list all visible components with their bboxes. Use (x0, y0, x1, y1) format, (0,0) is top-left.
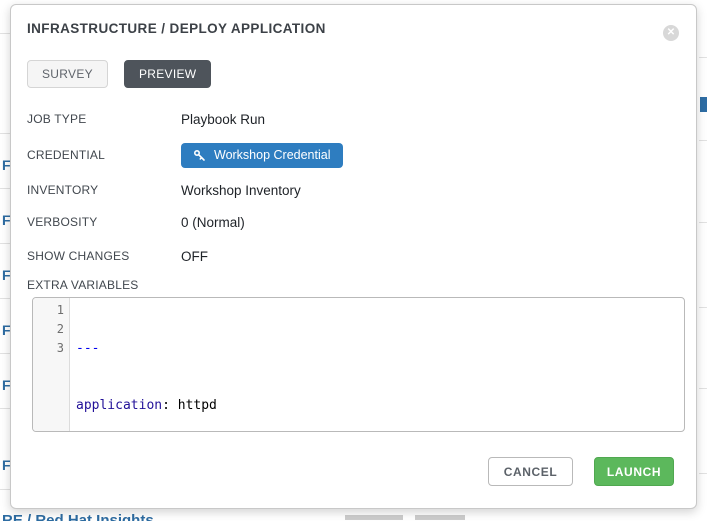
field-label: SHOW CHANGES (27, 249, 181, 263)
field-row-job-type: JOB TYPE Playbook Run (27, 110, 680, 128)
background-text-fragment (345, 515, 403, 520)
extra-variables-label: EXTRA VARIABLES (27, 278, 680, 292)
field-row-inventory: INVENTORY Workshop Inventory (27, 181, 680, 199)
modal-actions: CANCEL LAUNCH (488, 457, 674, 486)
field-value: Workshop Inventory (181, 183, 301, 198)
background-divider (0, 298, 10, 299)
field-value: Playbook Run (181, 112, 265, 127)
background-text-fragment: RE / Red Hat Insights (2, 512, 154, 521)
background-divider (699, 307, 707, 308)
field-value: OFF (181, 249, 208, 264)
yaml-key: application (76, 398, 162, 413)
credential-badge-label: Workshop Credential (214, 148, 331, 162)
key-icon (193, 149, 206, 162)
background-divider (699, 388, 707, 389)
field-row-show-changes: SHOW CHANGES OFF (27, 247, 680, 265)
credential-badge[interactable]: Workshop Credential (181, 143, 343, 168)
field-label: VERBOSITY (27, 215, 181, 229)
field-value: 0 (Normal) (181, 215, 245, 230)
background-divider (0, 188, 10, 189)
editor-code[interactable]: --- application: httpd (70, 298, 684, 431)
close-icon[interactable]: ✕ (663, 25, 679, 41)
launch-button[interactable]: LAUNCH (594, 457, 674, 486)
background-divider (699, 473, 707, 474)
field-list: JOB TYPE Playbook Run CREDENTIAL (27, 110, 680, 292)
line-number: 1 (33, 301, 64, 320)
screen: F F F F F F RE / Red Hat Insights INFRAS… (0, 0, 707, 521)
tab-preview[interactable]: PREVIEW (124, 60, 211, 88)
extra-variables-editor[interactable]: 1 2 3 --- application: httpd (32, 297, 685, 432)
background-divider (0, 243, 10, 244)
code-line: --- (76, 339, 684, 358)
background-divider (0, 489, 10, 490)
field-label: INVENTORY (27, 183, 181, 197)
background-divider (699, 57, 707, 58)
yaml-value: httpd (178, 398, 217, 413)
cancel-button[interactable]: CANCEL (488, 457, 573, 486)
line-number: 3 (33, 339, 64, 358)
code-line: application: httpd (76, 396, 684, 415)
field-row-verbosity: VERBOSITY 0 (Normal) (27, 213, 680, 231)
background-divider (0, 353, 10, 354)
yaml-colon: : (162, 398, 178, 413)
field-label: JOB TYPE (27, 112, 181, 126)
background-divider (0, 33, 10, 34)
background-blue-element (700, 97, 707, 112)
background-divider (699, 140, 707, 141)
deploy-application-modal: INFRASTRUCTURE / DEPLOY APPLICATION ✕ SU… (10, 4, 697, 509)
editor-line-numbers: 1 2 3 (33, 298, 70, 431)
field-row-credential: CREDENTIAL Workshop Credential (27, 142, 680, 168)
yaml-doc-separator: --- (76, 341, 99, 356)
background-divider (0, 408, 10, 409)
modal-title: INFRASTRUCTURE / DEPLOY APPLICATION (27, 21, 326, 36)
line-number: 2 (33, 320, 64, 339)
background-divider (699, 222, 707, 223)
field-label: CREDENTIAL (27, 148, 181, 162)
tab-survey[interactable]: SURVEY (27, 60, 108, 88)
background-divider (0, 133, 10, 134)
background-text-fragment (415, 515, 465, 520)
tab-bar: SURVEY PREVIEW (27, 60, 211, 88)
